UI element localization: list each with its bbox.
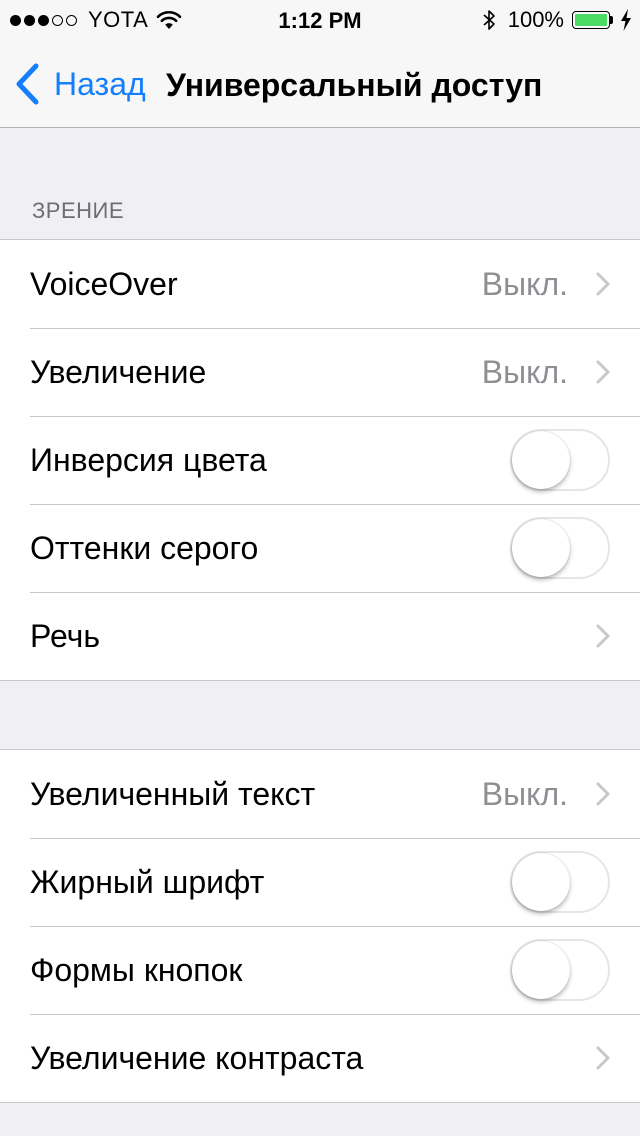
status-bar: YOTA 1:12 PM 100%	[0, 0, 640, 40]
cell-label: Жирный шрифт	[30, 864, 265, 900]
chevron-left-icon	[16, 63, 39, 105]
chevron-right-icon	[596, 360, 610, 384]
cell-label: Формы кнопок	[30, 952, 243, 988]
chevron-right-icon	[596, 1046, 610, 1070]
charging-bolt-icon	[621, 9, 631, 31]
battery-body	[572, 11, 610, 29]
battery-icon	[572, 10, 616, 30]
cell-grayscale: Оттенки серого	[0, 504, 640, 592]
cell-zoom[interactable]: Увеличение Выкл.	[0, 328, 640, 416]
button-shapes-toggle[interactable]	[510, 939, 610, 1001]
cell-button-shapes: Формы кнопок	[0, 926, 640, 1014]
chevron-right-icon	[596, 624, 610, 648]
cell-label: VoiceOver	[30, 266, 178, 302]
section-header-vision: ЗРЕНИЕ	[32, 198, 125, 223]
status-right: 100%	[482, 7, 632, 32]
cell-bold-text: Жирный шрифт	[0, 838, 640, 926]
cell-value: Выкл.	[481, 776, 568, 812]
cell-value: Выкл.	[481, 354, 568, 390]
cell-invert-colors: Инверсия цвета	[0, 416, 640, 504]
page-title: Универсальный доступ	[166, 67, 543, 103]
bluetooth-icon	[483, 10, 495, 30]
back-button-label: Назад	[54, 65, 146, 102]
chevron-right-icon	[596, 782, 610, 806]
cell-voiceover[interactable]: VoiceOver Выкл.	[0, 240, 640, 328]
battery-percentage: 100%	[507, 7, 564, 32]
cell-label: Речь	[30, 618, 101, 654]
chevron-right-icon	[596, 272, 610, 296]
cell-label: Увеличенный текст	[30, 776, 316, 812]
toggle-knob	[512, 853, 570, 911]
bold-text-toggle[interactable]	[510, 851, 610, 913]
cell-label: Увеличение контраста	[30, 1040, 364, 1076]
toggle-knob	[512, 941, 570, 999]
cell-label: Инверсия цвета	[30, 442, 267, 478]
cell-value: Выкл.	[481, 266, 568, 302]
invert-colors-toggle[interactable]	[510, 429, 610, 491]
cell-label: Оттенки серого	[30, 530, 259, 566]
cell-label: Увеличение	[30, 354, 207, 390]
toggle-knob	[512, 519, 570, 577]
battery-tip	[610, 16, 613, 24]
settings-group-vision: VoiceOver Выкл. Увеличение Выкл. Инверси…	[0, 239, 640, 681]
cell-larger-text[interactable]: Увеличенный текст Выкл.	[0, 750, 640, 838]
settings-group-text: Увеличенный текст Выкл. Жирный шрифт Фор…	[0, 749, 640, 1103]
back-button[interactable]: Назад	[14, 62, 146, 106]
toggle-knob	[512, 431, 570, 489]
cell-speech[interactable]: Речь	[0, 592, 640, 680]
grayscale-toggle[interactable]	[510, 517, 610, 579]
cell-increase-contrast[interactable]: Увеличение контраста	[0, 1014, 640, 1102]
navigation-bar: Назад Универсальный доступ	[0, 40, 640, 128]
battery-fill	[575, 14, 607, 26]
